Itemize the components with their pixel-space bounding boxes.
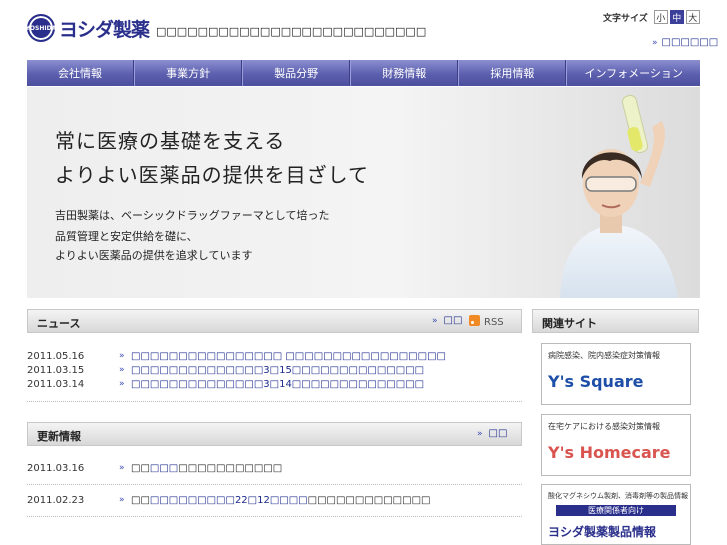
news-date: 2011.03.14 xyxy=(27,379,85,390)
font-size-switcher: 文字サイズ 小 中 大 xyxy=(603,10,700,24)
nav-item-products[interactable]: 製品分野 xyxy=(242,60,351,86)
font-size-large-button[interactable]: 大 xyxy=(685,10,700,24)
related-sites-title: 関連サイト xyxy=(542,317,597,330)
main-navigation: 会社情報 事業方針 製品分野 財務情報 採用情報 インフォメーション xyxy=(27,60,700,86)
chevron-right-icon: » xyxy=(119,379,125,389)
section-divider xyxy=(27,401,522,402)
update-item: 2011.02.23 » □□□□□□□□□□□22□12□□□□□□□□□□□… xyxy=(27,495,522,506)
news-item: 2011.03.15 » □□□□□□□□□□□□□□3□15□□□□□□□□□… xyxy=(27,365,522,376)
product-info-banner[interactable]: 酸化マグネシウム製剤、消毒剤等の製品情報 医療関係者向け ヨシダ製薬製品情報 xyxy=(541,484,691,545)
news-link[interactable]: □□□□□□□□□□□□□□3□14□□□□□□□□□□□□□□ xyxy=(131,379,424,390)
ys-square-banner[interactable]: 病院感染、院内感染症対策情報 Y's Square xyxy=(541,343,691,405)
news-date: 2011.05.16 xyxy=(27,351,85,362)
updates-title: 更新情報 xyxy=(37,430,81,443)
header-link-label: □□□□□□ xyxy=(661,37,719,48)
chevron-right-icon: » xyxy=(477,429,483,439)
update-date: 2011.02.23 xyxy=(27,495,85,506)
updates-list-link[interactable]: » □□ xyxy=(477,428,507,439)
nav-item-policy[interactable]: 事業方針 xyxy=(134,60,243,86)
chevron-right-icon: » xyxy=(119,365,125,375)
nav-item-recruit[interactable]: 採用情報 xyxy=(458,60,567,86)
hero-body-1: 吉田製薬は、ベーシックドラッグファーマとして培った xyxy=(55,209,330,222)
section-divider xyxy=(27,516,522,517)
news-link[interactable]: □□□□□□□□□□□□□□3□15□□□□□□□□□□□□□□ xyxy=(131,365,424,376)
update-suffix: □□□□□□□□□□□□□ xyxy=(307,495,431,506)
chevron-right-icon: » xyxy=(652,38,658,48)
company-logo[interactable]: YOSHIDA ヨシダ製薬 xyxy=(26,14,150,42)
product-info-logo: ヨシダ製薬製品情報 xyxy=(548,525,657,539)
logo-mark-icon: YOSHIDA xyxy=(26,14,56,42)
news-list-link[interactable]: » □□ xyxy=(432,315,462,326)
update-link[interactable]: □□□□□□□□□22□12□□□□ xyxy=(150,495,308,506)
chevron-right-icon: » xyxy=(119,351,125,361)
update-prefix: □□ xyxy=(131,463,150,474)
news-date: 2011.03.15 xyxy=(27,365,85,376)
hero-body-3: よりよい医薬品の提供を追求しています xyxy=(55,249,253,262)
chevron-right-icon: » xyxy=(119,463,125,473)
chevron-right-icon: » xyxy=(119,495,125,505)
news-header: ニュース » □□ RSS xyxy=(27,309,522,333)
ys-homecare-banner[interactable]: 在宅ケアにおける感染対策情報 Y's Homecare xyxy=(541,414,691,476)
update-item: 2011.03.16 » □□□□□□□□□□□□□□□□ xyxy=(27,463,522,474)
news-link[interactable]: □□□□□□□□□□□□□□□□ □□□□□□□□□□□□□□□□□ xyxy=(131,351,446,362)
section-divider xyxy=(27,484,522,485)
updates-header: 更新情報 » □□ xyxy=(27,422,522,446)
header-link[interactable]: » □□□□□□ xyxy=(652,37,718,48)
rss-link[interactable]: RSS xyxy=(469,315,504,328)
banner-caption: 病院感染、院内感染症対策情報 xyxy=(548,351,660,360)
news-list-label: □□ xyxy=(443,315,463,326)
hero-headline-2: よりよい医薬品の提供を目ざして xyxy=(55,163,369,187)
update-link[interactable]: □□□ xyxy=(150,463,178,474)
related-sites-header: 関連サイト xyxy=(532,309,699,333)
rss-label: RSS xyxy=(484,317,504,328)
news-item: 2011.05.16 » □□□□□□□□□□□□□□□□ □□□□□□□□□□… xyxy=(27,351,522,362)
update-suffix: □□□□□□□□□□□ xyxy=(178,463,283,474)
hero-headline-1: 常に医療の基礎を支える xyxy=(55,129,286,153)
font-size-medium-button[interactable]: 中 xyxy=(669,10,684,24)
rss-icon xyxy=(469,315,480,326)
banner-subtitle: 医療関係者向け xyxy=(556,505,676,516)
nav-item-financial[interactable]: 財務情報 xyxy=(350,60,459,86)
chevron-right-icon: » xyxy=(432,316,438,326)
updates-list-label: □□ xyxy=(488,428,508,439)
hero-body-2: 品質管理と安定供給を礎に、 xyxy=(55,230,198,243)
logo-text: ヨシダ製薬 xyxy=(59,18,150,41)
update-date: 2011.03.16 xyxy=(27,463,85,474)
hero-banner: 常に医療の基礎を支える よりよい医薬品の提供を目ざして 吉田製薬は、ベーシックド… xyxy=(27,87,700,298)
update-prefix: □□ xyxy=(131,495,150,506)
font-size-label: 文字サイズ xyxy=(603,13,648,24)
scientist-photo xyxy=(560,94,678,298)
font-size-small-button[interactable]: 小 xyxy=(653,10,668,24)
banner-caption: 在宅ケアにおける感染対策情報 xyxy=(548,422,660,431)
news-item: 2011.03.14 » □□□□□□□□□□□□□□3□14□□□□□□□□□… xyxy=(27,379,522,390)
ys-square-logo: Y's Square xyxy=(548,372,644,391)
site-tagline: □□□□□□□□□□□□□□□□□□□□□□□□□□ xyxy=(156,25,427,38)
news-title: ニュース xyxy=(37,317,81,330)
nav-item-company[interactable]: 会社情報 xyxy=(27,60,135,86)
ys-homecare-logo: Y's Homecare xyxy=(548,443,671,462)
nav-item-information[interactable]: インフォメーション xyxy=(566,60,700,86)
banner-caption: 酸化マグネシウム製剤、消毒剤等の製品情報 xyxy=(548,492,688,500)
